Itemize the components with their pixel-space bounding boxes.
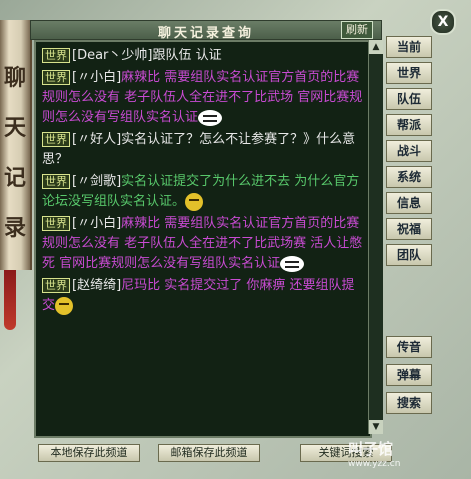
tab-battle[interactable]: 战斗 [386, 140, 432, 162]
scroll-char: 录 [3, 215, 26, 241]
watermark-text: 叫子馆 [348, 440, 394, 458]
chat-log-area: 世界 [Dear丶少帅]跟队伍 认证 世界 [〃小白]麻辣比 需要组队实名认证官方首页… [34, 40, 372, 438]
title-bar: 聊天记录查询 刷新 [30, 20, 382, 41]
channel-tabs-lower: 传音 弹幕 搜索 [386, 336, 432, 420]
sender-name[interactable]: [〃剑歌] [72, 174, 121, 189]
emoticon-icon [198, 109, 223, 126]
channel-tabs: 当前 世界 队伍 帮派 战斗 系统 信息 祝福 团队 [386, 36, 432, 270]
emoticon-icon [280, 255, 305, 272]
sender-name[interactable]: [〃小白] [72, 216, 121, 231]
smiley-icon [55, 296, 74, 315]
tab-search[interactable]: 搜索 [386, 392, 432, 414]
scroll-char: 天 [3, 115, 26, 141]
close-button[interactable]: X [430, 9, 456, 35]
refresh-button[interactable]: 刷新 [341, 21, 373, 39]
channel-badge[interactable]: 世界 [42, 132, 70, 147]
scroll-char: 聊 [3, 65, 26, 91]
channel-badge[interactable]: 世界 [42, 48, 70, 63]
sender-name[interactable]: [〃好人] [72, 132, 121, 147]
chat-message: 世界 [〃剑歌]实名认证提交了为什么进不去 为什么官方论坛没写组队实名认证。 [42, 172, 364, 212]
tab-current[interactable]: 当前 [386, 36, 432, 58]
channel-badge[interactable]: 世界 [42, 216, 70, 231]
chat-scrollbar[interactable]: ▲ ▼ [368, 40, 383, 434]
tab-group[interactable]: 团队 [386, 244, 432, 266]
chat-message-list: 世界 [Dear丶少帅]跟队伍 认证 世界 [〃小白]麻辣比 需要组队实名认证官方首页… [42, 46, 364, 318]
tab-blessing[interactable]: 祝福 [386, 218, 432, 240]
sender-name[interactable]: [〃小白] [72, 70, 121, 85]
tab-info[interactable]: 信息 [386, 192, 432, 214]
channel-badge[interactable]: 世界 [42, 70, 70, 85]
channel-badge[interactable]: 世界 [42, 174, 70, 189]
channel-badge[interactable]: 世界 [42, 278, 70, 293]
save-local-button[interactable]: 本地保存此频道 [38, 444, 140, 462]
watermark: 叫子馆 www.yzz.cn [348, 438, 466, 474]
smiley-icon [185, 192, 204, 211]
window-title: 聊天记录查询 [157, 26, 254, 41]
chat-message: 世界 [〃好人]实名认证了？怎么不让参赛了？》什么意思？ [42, 130, 364, 170]
scroll-up-button[interactable]: ▲ [369, 40, 383, 54]
tab-system[interactable]: 系统 [386, 166, 432, 188]
message-text: 跟队伍 认证 [152, 48, 222, 63]
tab-whisper[interactable]: 传音 [386, 336, 432, 358]
sender-name[interactable]: [Dear丶少帅] [72, 48, 152, 63]
chat-message: 世界 [〃小白]麻辣比 需要组队实名认证官方首页的比赛规则怎么没有 老子队伍人全在… [42, 214, 364, 274]
chat-message: 世界 [Dear丶少帅]跟队伍 认证 [42, 46, 364, 66]
tab-team[interactable]: 队伍 [386, 88, 432, 110]
decorative-scroll: 聊 天 记 录 [0, 20, 32, 270]
chat-message: 世界 [〃小白]麻辣比 需要组队实名认证官方首页的比赛规则怎么没有 老子队伍人全在… [42, 68, 364, 128]
tab-barrage[interactable]: 弹幕 [386, 364, 432, 386]
watermark-url: www.yzz.cn [348, 459, 401, 469]
chat-message: 世界 [赵绮绮]尼玛比 实名提交过了 你麻痹 还要组队提交 [42, 276, 364, 316]
save-mail-button[interactable]: 邮箱保存此频道 [158, 444, 260, 462]
tab-guild[interactable]: 帮派 [386, 114, 432, 136]
scroll-down-button[interactable]: ▼ [369, 420, 383, 434]
scroll-char: 记 [3, 165, 26, 191]
tassel-decoration [4, 270, 16, 330]
tab-world[interactable]: 世界 [386, 62, 432, 84]
sender-name[interactable]: [赵绮绮] [72, 278, 121, 293]
